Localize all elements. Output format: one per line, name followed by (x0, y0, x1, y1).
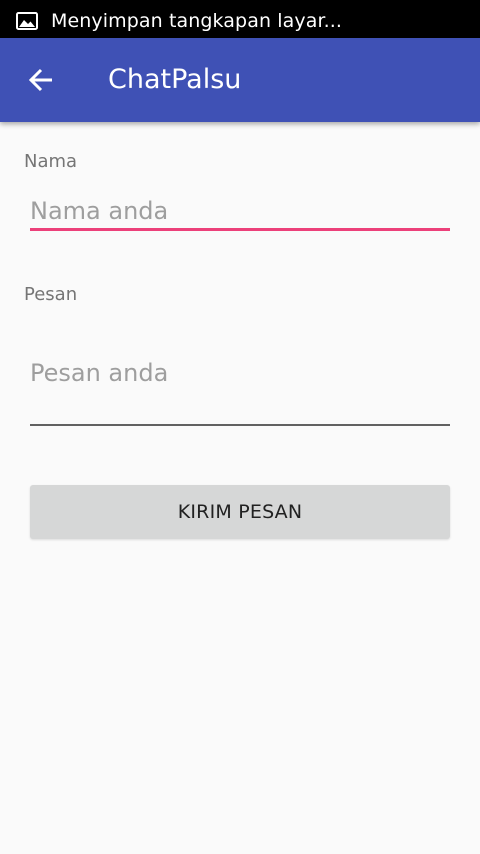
send-message-button[interactable]: KIRIM PESAN (30, 485, 450, 539)
name-label: Nama (24, 151, 78, 172)
image-icon (16, 12, 38, 30)
app-bar: ChatPalsu (0, 38, 480, 122)
message-input[interactable] (30, 340, 450, 426)
back-button[interactable] (22, 60, 62, 100)
message-label: Pesan (24, 284, 78, 305)
status-bar: Menyimpan tangkapan layar... (0, 0, 480, 38)
notification-text: Menyimpan tangkapan layar... (51, 10, 343, 32)
name-input[interactable] (30, 194, 450, 231)
page-title: ChatPalsu (108, 64, 242, 95)
